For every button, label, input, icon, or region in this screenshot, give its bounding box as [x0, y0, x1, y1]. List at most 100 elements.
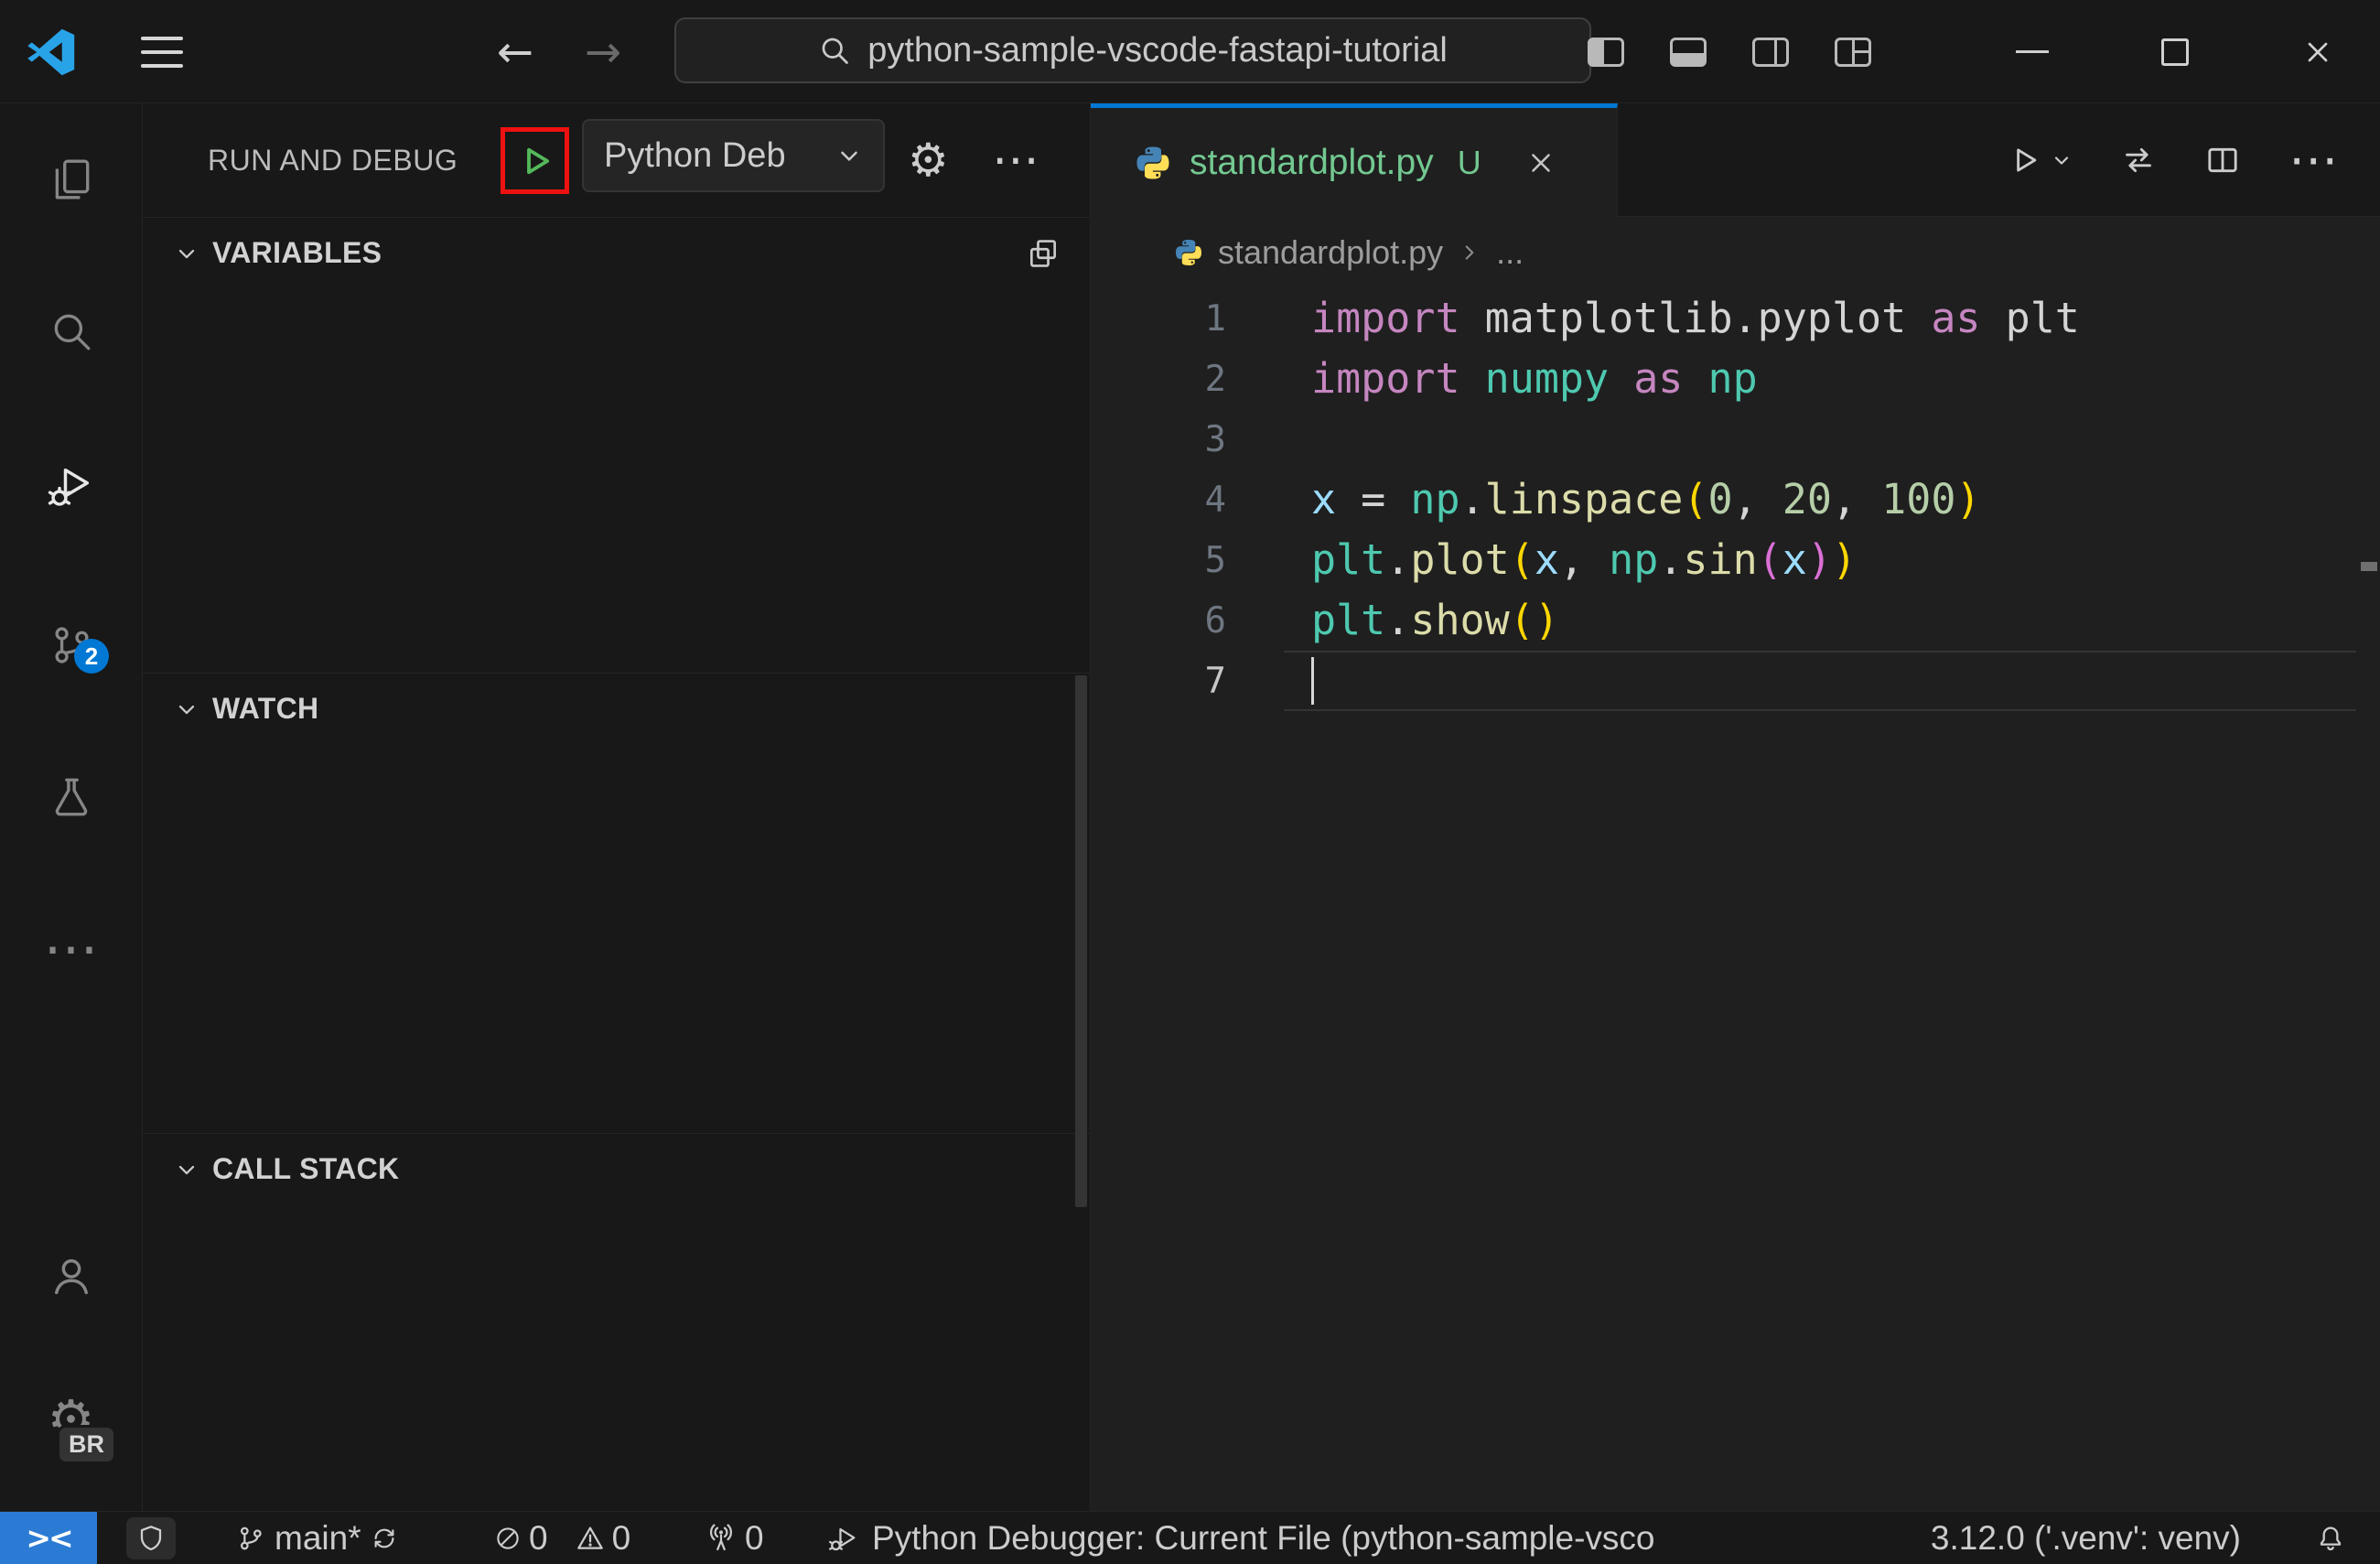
chevron-down-icon [2054, 156, 2069, 165]
code-line[interactable]: 5 plt.plot(x, np.sin(x)) [1091, 530, 2380, 590]
toggle-secondary-sidebar-icon[interactable] [1752, 37, 1789, 67]
chevron-down-icon [835, 142, 863, 169]
chevron-right-icon [1458, 241, 1481, 264]
variables-section-header[interactable]: VARIABLES [143, 217, 1090, 288]
ports-status[interactable]: 0 [706, 1512, 764, 1564]
line-number[interactable]: 2 [1091, 359, 1226, 400]
call-stack-section-header[interactable]: CALL STACK [143, 1133, 1090, 1204]
git-branch-status[interactable]: main* [236, 1512, 398, 1564]
port-count: 0 [745, 1518, 764, 1557]
close-button[interactable] [2290, 0, 2345, 103]
search-box[interactable]: python-sample-vscode-fastapi-tutorial [674, 17, 1591, 83]
git-branch-icon [236, 1524, 265, 1553]
toggle-sidebar-icon[interactable] [1588, 37, 1624, 67]
code-area[interactable]: 1 import matplotlib.pyplot as plt 2 import … [1091, 288, 2380, 1511]
debugger-status-text: Python Debugger: Current File (python-sa… [872, 1518, 1655, 1557]
chevron-down-icon [174, 696, 199, 722]
close-tab-icon[interactable] [1525, 147, 1556, 178]
source-control-icon[interactable]: 2 [0, 609, 142, 682]
line-number[interactable]: 7 [1091, 661, 1226, 702]
menu-icon[interactable] [141, 36, 183, 68]
variables-panel-body [143, 288, 1090, 673]
bell-icon [2316, 1524, 2345, 1553]
explorer-icon[interactable] [0, 143, 142, 216]
debug-icon [828, 1523, 859, 1554]
sidebar-title: RUN AND DEBUG [208, 143, 458, 177]
run-and-debug-icon[interactable] [0, 449, 142, 523]
status-bar: >< main* 0 0 0 Python Debugger: Current … [0, 1511, 2380, 1564]
problems-status[interactable]: 0 0 [494, 1512, 630, 1564]
source-control-badge: 2 [74, 639, 109, 674]
copy-icon[interactable] [1026, 236, 1061, 271]
tab-label: standardplot.py [1190, 142, 1434, 182]
error-icon [494, 1525, 522, 1552]
vscode-logo-icon [26, 27, 77, 78]
minimize-button[interactable] [2005, 0, 2060, 103]
workspace-trust-button[interactable] [126, 1512, 176, 1564]
customize-layout-icon[interactable] [1835, 37, 1871, 67]
search-icon [818, 34, 851, 67]
account-icon[interactable] [0, 1239, 142, 1312]
code-line[interactable]: 7 [1091, 651, 2380, 711]
line-number[interactable]: 4 [1091, 480, 1226, 521]
split-editor-icon[interactable] [2204, 142, 2241, 178]
search-view-icon[interactable] [0, 295, 142, 368]
breadcrumb-symbols[interactable]: ... [1496, 233, 1524, 272]
line-number[interactable]: 3 [1091, 419, 1226, 460]
line-number[interactable]: 1 [1091, 298, 1226, 340]
warning-icon [576, 1524, 605, 1553]
debug-settings-gear-icon[interactable]: ⚙ [908, 103, 949, 217]
watch-panel-body [143, 744, 1090, 1133]
code-text: plt.show() [1311, 596, 1559, 644]
radio-tower-icon [706, 1523, 736, 1553]
chevron-down-icon [174, 241, 199, 266]
testing-icon[interactable] [0, 760, 142, 834]
debug-config-dropdown[interactable]: Python Deb [582, 119, 885, 192]
vscode-window: ← → python-sample-vscode-fastapi-tutoria… [0, 0, 2380, 1564]
code-line[interactable]: 1 import matplotlib.pyplot as plt [1091, 288, 2380, 349]
open-changes-icon[interactable] [2120, 142, 2157, 178]
run-and-debug-sidebar: RUN AND DEBUG Python Deb ⚙ ⋯ VARIABLES W… [143, 103, 1090, 1511]
settings-gear-icon[interactable]: ⚙ BR [0, 1383, 142, 1464]
section-label: CALL STACK [212, 1152, 400, 1185]
title-bar: ← → python-sample-vscode-fastapi-tutoria… [0, 0, 2380, 103]
code-line[interactable]: 2 import numpy as np [1091, 349, 2380, 409]
debug-more-actions-icon[interactable]: ⋯ [992, 103, 1039, 217]
warning-count: 0 [611, 1518, 631, 1557]
sidebar-scrollbar[interactable] [1075, 675, 1087, 1207]
section-label: WATCH [212, 692, 319, 725]
line-number[interactable]: 6 [1091, 600, 1226, 642]
code-text: plt.plot(x, np.sin(x)) [1311, 535, 1858, 584]
remote-indicator[interactable]: >< [0, 1512, 97, 1564]
remote-icon: >< [26, 1520, 73, 1556]
code-text: import matplotlib.pyplot as plt [1311, 294, 2080, 342]
start-debugging-button[interactable] [501, 127, 569, 194]
editor-more-actions-icon[interactable]: ⋯ [2288, 135, 2338, 185]
more-views-icon[interactable]: ⋯ [0, 912, 142, 986]
toggle-panel-icon[interactable] [1670, 37, 1707, 67]
sync-icon [371, 1525, 398, 1552]
back-arrow-icon[interactable]: ← [494, 27, 536, 78]
code-line[interactable]: 3 [1091, 409, 2380, 469]
maximize-button[interactable] [2148, 0, 2202, 103]
python-file-icon [1135, 145, 1171, 181]
code-line[interactable]: 6 plt.show() [1091, 590, 2380, 651]
code-line[interactable]: 4 x = np.linspace(0, 20, 100) [1091, 469, 2380, 530]
editor-group: standardplot.py U ⋯ standardplot.py ... … [1090, 103, 2380, 1511]
breadcrumbs: standardplot.py ... [1091, 217, 2380, 288]
tab-standardplot[interactable]: standardplot.py U [1091, 103, 1618, 217]
python-interpreter-status[interactable]: 3.12.0 ('.venv': venv) [1931, 1512, 2241, 1564]
editor-actions: ⋯ [2007, 103, 2380, 216]
forward-arrow-icon[interactable]: → [582, 27, 624, 78]
notifications-button[interactable] [2316, 1512, 2345, 1564]
line-number[interactable]: 5 [1091, 540, 1226, 581]
overview-ruler-cursor-mark [2361, 562, 2377, 571]
profile-badge: BR [57, 1425, 116, 1464]
run-python-file-button[interactable] [2007, 143, 2073, 178]
debugger-status[interactable]: Python Debugger: Current File (python-sa… [828, 1512, 1862, 1564]
error-count: 0 [529, 1518, 548, 1557]
watch-section-header[interactable]: WATCH [143, 673, 1090, 744]
sidebar-header: RUN AND DEBUG Python Deb ⚙ ⋯ [143, 103, 1090, 217]
breadcrumb-file[interactable]: standardplot.py [1218, 233, 1443, 272]
